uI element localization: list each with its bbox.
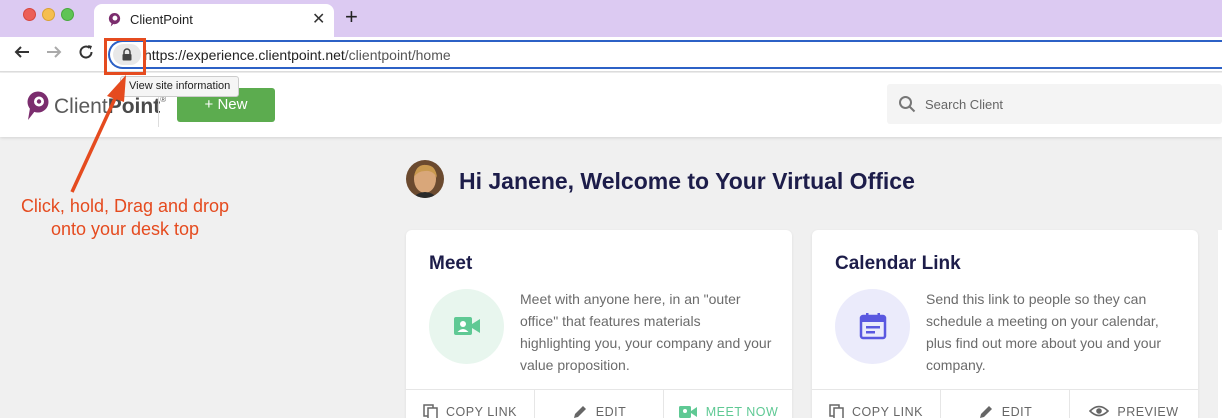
highlight-box	[104, 38, 146, 75]
copy-icon	[423, 404, 438, 418]
logo-text-bold: Point	[107, 95, 161, 118]
copy-icon	[829, 404, 844, 418]
tab-title: ClientPoint	[130, 12, 193, 27]
edit-button[interactable]: EDIT	[941, 390, 1070, 418]
preview-button[interactable]: PREVIEW	[1070, 390, 1198, 418]
video-camera-icon	[454, 317, 480, 335]
url-text[interactable]: https://experience.clientpoint.net/clien…	[144, 47, 451, 63]
url-host: https://experience.clientpoint.net	[144, 47, 345, 63]
card-description: Send this link to people so they can sch…	[926, 291, 1162, 373]
card-description: Meet with anyone here, in an "outer offi…	[520, 291, 772, 373]
meet-now-label: MEET NOW	[705, 405, 779, 418]
meet-card: Meet Meet with anyone here, in an "outer…	[406, 230, 792, 418]
reload-icon[interactable]	[75, 43, 97, 65]
calendar-icon-circle	[835, 289, 910, 364]
video-camera-icon	[678, 406, 697, 418]
browser-tab-bar: ClientPoint ✕ +	[0, 0, 1222, 37]
welcome-heading: Hi Janene, Welcome to Your Virtual Offic…	[459, 168, 915, 194]
pencil-icon	[573, 406, 586, 418]
avatar[interactable]	[406, 160, 444, 198]
forward-arrow-icon[interactable]	[43, 43, 65, 65]
url-path: /clientpoint/home	[344, 47, 451, 63]
search-icon	[899, 96, 916, 113]
edit-label: EDIT	[595, 405, 627, 418]
back-arrow-icon[interactable]	[11, 43, 33, 65]
copy-link-label: COPY LINK	[446, 405, 517, 418]
browser-toolbar: https://experience.clientpoint.net/clien…	[0, 37, 1222, 72]
maximize-window-button[interactable]	[61, 8, 74, 21]
instruction-annotation: Click, hold, Drag and drop onto your des…	[20, 196, 230, 239]
card-actions: COPY LINK EDIT PREVIEW	[812, 389, 1198, 418]
close-window-button[interactable]	[23, 8, 36, 21]
next-card-edge	[1218, 230, 1222, 418]
card-title: Meet	[429, 253, 473, 274]
card-title: Calendar Link	[835, 253, 961, 274]
meet-now-button[interactable]: MEET NOW	[664, 390, 792, 418]
address-bar[interactable]: https://experience.clientpoint.net/clien…	[108, 40, 1222, 69]
browser-tab[interactable]: ClientPoint ✕	[94, 4, 334, 37]
edit-button[interactable]: EDIT	[535, 390, 664, 418]
new-tab-button[interactable]: +	[345, 5, 358, 29]
user-avatar-icon	[406, 160, 444, 198]
pencil-icon	[979, 406, 992, 418]
calendar-icon	[859, 313, 887, 340]
calendar-link-card: Calendar Link Send this link to people s…	[812, 230, 1198, 418]
logo-text-light: Client	[54, 95, 108, 118]
search-client-box	[887, 84, 1222, 124]
minimize-window-button[interactable]	[42, 8, 55, 21]
tab-close-icon[interactable]: ✕	[312, 9, 325, 29]
site-info-tooltip: View site information	[120, 76, 240, 97]
card-actions: COPY LINK EDIT MEET NOW	[406, 389, 792, 418]
clientpoint-logo-icon	[27, 91, 49, 120]
copy-link-button[interactable]: COPY LINK	[406, 390, 535, 418]
copy-link-label: COPY LINK	[852, 405, 923, 418]
edit-label: EDIT	[1001, 405, 1033, 418]
preview-label: PREVIEW	[1117, 405, 1179, 418]
eye-icon	[1089, 405, 1110, 417]
logo-text: ClientPoint®	[54, 95, 166, 119]
copy-link-button[interactable]: COPY LINK	[812, 390, 941, 418]
meet-icon-circle	[429, 289, 504, 364]
search-client-input[interactable]	[925, 84, 1215, 124]
clientpoint-favicon-icon	[108, 12, 121, 27]
